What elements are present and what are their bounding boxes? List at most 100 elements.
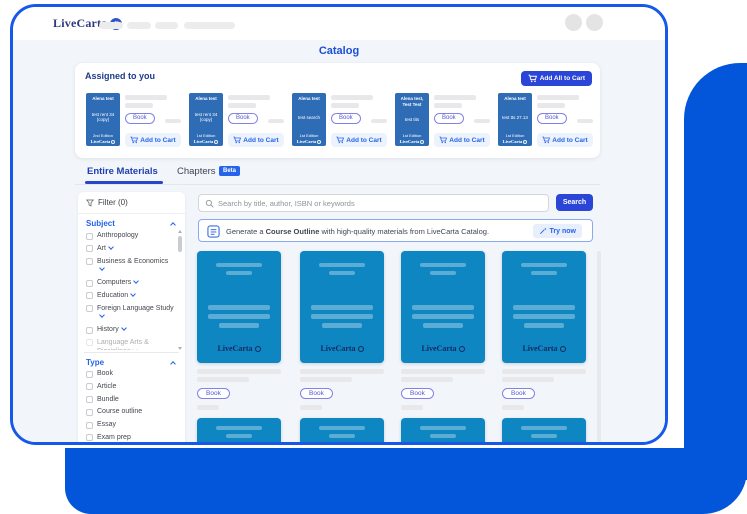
checkbox[interactable] bbox=[86, 280, 93, 287]
add-to-cart-button[interactable]: Add to Cart bbox=[331, 133, 387, 147]
banner-text: Generate a Course Outline with high-qual… bbox=[226, 227, 489, 236]
book-cover-partial[interactable] bbox=[300, 418, 384, 444]
scroll-down-icon[interactable] bbox=[178, 347, 182, 350]
mini-cover-edition: 1st Edition bbox=[294, 133, 324, 138]
checkbox[interactable] bbox=[86, 233, 93, 240]
add-to-cart-button[interactable]: Add to Cart bbox=[434, 133, 490, 147]
scroll-up-icon[interactable] bbox=[178, 230, 182, 233]
book-cover[interactable]: LiveCarta bbox=[502, 251, 586, 363]
checkbox[interactable] bbox=[86, 305, 93, 312]
text-placeholder bbox=[197, 377, 249, 382]
filter-option[interactable]: Bundle bbox=[86, 396, 174, 405]
add-to-cart-button[interactable]: Add to Cart bbox=[125, 133, 181, 147]
filter-option[interactable]: Anthropology bbox=[86, 232, 174, 241]
avatar[interactable] bbox=[586, 14, 603, 31]
cover-placeholder bbox=[412, 305, 474, 310]
nav-placeholder[interactable] bbox=[184, 22, 235, 29]
chevron-down-icon[interactable] bbox=[99, 312, 105, 318]
chevron-down-icon[interactable] bbox=[99, 265, 105, 271]
divider bbox=[78, 213, 185, 214]
nav-placeholder[interactable] bbox=[127, 22, 151, 29]
brand-ring-icon bbox=[255, 346, 261, 352]
cart-icon bbox=[233, 136, 241, 144]
checkbox[interactable] bbox=[86, 245, 93, 252]
divider bbox=[75, 184, 600, 185]
filter-option-label: Foreign Language Study bbox=[97, 305, 174, 323]
checkbox[interactable] bbox=[86, 327, 93, 334]
scrollbar-thumb[interactable] bbox=[178, 236, 182, 252]
checkbox[interactable] bbox=[86, 434, 93, 441]
filter-option[interactable]: Business & Economics bbox=[86, 258, 174, 276]
chevron-down-icon[interactable] bbox=[108, 244, 114, 250]
book-cover[interactable]: LiveCarta bbox=[197, 251, 281, 363]
add-all-to-cart-button[interactable]: Add All to Cart bbox=[521, 71, 592, 86]
checkbox[interactable] bbox=[86, 409, 93, 416]
book-type-badge: Book bbox=[537, 113, 567, 124]
checkbox[interactable] bbox=[86, 258, 93, 265]
nav-placeholder[interactable] bbox=[99, 22, 123, 29]
mini-book-cover[interactable]: Alena test test rent 34 (copy) 2nd Editi… bbox=[86, 93, 120, 146]
filter-option[interactable]: Foreign Language Study bbox=[86, 305, 174, 323]
catalog-main: Search Generate a Course Outline with hi… bbox=[197, 192, 600, 442]
text-placeholder bbox=[502, 377, 554, 382]
search-input[interactable] bbox=[218, 195, 543, 211]
add-to-cart-button[interactable]: Add to Cart bbox=[228, 133, 284, 147]
filter-header[interactable]: Filter (0) bbox=[86, 198, 128, 207]
chevron-up-icon[interactable] bbox=[170, 361, 176, 367]
chevron-down-icon[interactable] bbox=[121, 325, 127, 331]
search-button[interactable]: Search bbox=[556, 194, 593, 211]
mini-cover-subtitle: test tts 27.13 bbox=[500, 115, 530, 121]
checkbox[interactable] bbox=[86, 339, 93, 346]
filter-option[interactable]: Essay bbox=[86, 421, 174, 430]
cover-placeholder bbox=[311, 314, 373, 319]
avatar[interactable] bbox=[565, 14, 582, 31]
book-cover-partial[interactable] bbox=[401, 418, 485, 444]
checkbox[interactable] bbox=[86, 292, 93, 299]
text-placeholder bbox=[502, 405, 524, 410]
filter-option[interactable]: Exam prep bbox=[86, 434, 174, 442]
filter-label: Filter (0) bbox=[98, 198, 128, 207]
filter-option[interactable]: Computers bbox=[86, 279, 174, 288]
add-to-cart-label: Add to Cart bbox=[552, 137, 587, 144]
checkbox[interactable] bbox=[86, 396, 93, 403]
filter-section-subject[interactable]: Subject bbox=[86, 219, 115, 228]
tab-entire-materials[interactable]: Entire Materials bbox=[87, 166, 158, 177]
chevron-up-icon[interactable] bbox=[170, 222, 176, 228]
chevron-down-icon[interactable] bbox=[133, 278, 139, 284]
filter-option[interactable]: Article bbox=[86, 383, 174, 392]
text-placeholder bbox=[434, 95, 476, 100]
chevron-down-icon[interactable] bbox=[133, 347, 139, 350]
filter-option[interactable]: Art bbox=[86, 245, 174, 254]
text-placeholder bbox=[300, 377, 352, 382]
filter-option[interactable]: Education bbox=[86, 292, 174, 301]
mini-book-cover[interactable]: Alena test, Test Test test tits 1st Edit… bbox=[395, 93, 429, 146]
filter-option-label: Exam prep bbox=[97, 434, 131, 442]
checkbox[interactable] bbox=[86, 371, 93, 378]
text-placeholder bbox=[125, 103, 153, 108]
chevron-down-icon[interactable] bbox=[130, 291, 136, 297]
filter-icon bbox=[86, 199, 94, 207]
tab-chapters[interactable]: Chapters bbox=[177, 166, 216, 177]
try-now-button[interactable]: Try now bbox=[533, 224, 582, 238]
book-cover[interactable]: LiveCarta bbox=[401, 251, 485, 363]
filter-option-label: Education bbox=[97, 292, 135, 301]
content-scrollbar[interactable] bbox=[597, 251, 601, 442]
book-cover-partial[interactable] bbox=[502, 418, 586, 444]
checkbox[interactable] bbox=[86, 383, 93, 390]
cover-placeholder bbox=[521, 263, 567, 267]
filter-section-type[interactable]: Type bbox=[86, 358, 104, 367]
book-cover-partial[interactable] bbox=[197, 418, 281, 444]
mini-book-cover[interactable]: Alena test test search 1st Edition LiveC… bbox=[292, 93, 326, 146]
sidebar-scrollbar[interactable] bbox=[177, 230, 182, 350]
mini-book-cover[interactable]: Alena test test rent 34 (copy) 1st Editi… bbox=[189, 93, 223, 146]
cart-icon bbox=[528, 74, 537, 83]
add-to-cart-button[interactable]: Add to Cart bbox=[537, 133, 593, 147]
filter-option[interactable]: Book bbox=[86, 370, 174, 379]
mini-book-cover[interactable]: Alena test test tts 27.13 1st Edition Li… bbox=[498, 93, 532, 146]
nav-placeholder[interactable] bbox=[155, 22, 178, 29]
checkbox[interactable] bbox=[86, 422, 93, 429]
filter-option[interactable]: Course outline bbox=[86, 408, 174, 417]
filter-option[interactable]: History bbox=[86, 326, 174, 335]
book-cover[interactable]: LiveCarta bbox=[300, 251, 384, 363]
filter-option[interactable]: Language Arts & Disciplines bbox=[86, 339, 174, 350]
